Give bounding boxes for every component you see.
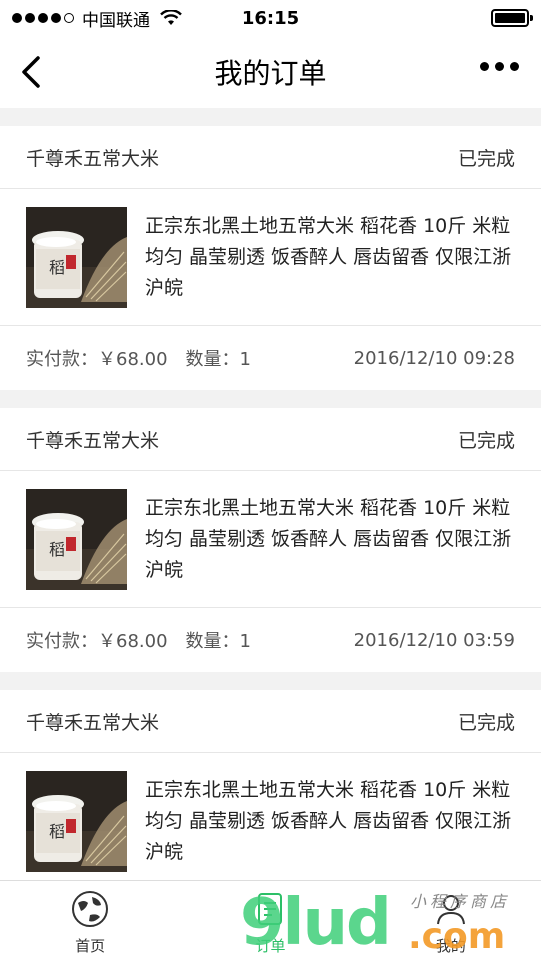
svg-text:稻: 稻 xyxy=(49,540,65,559)
order-quantity: 数量：1 xyxy=(185,631,251,652)
order-card[interactable]: 千尊禾五常大米 已完成 稻 正宗东北黑土地五常大米 稻花香 10斤 米粒均匀 晶… xyxy=(0,408,541,672)
order-header: 千尊禾五常大米 已完成 xyxy=(0,126,541,189)
order-list: 千尊禾五常大米 已完成 稻 正宗东北黑土地五常大米 稻花香 10斤 米粒均匀 晶… xyxy=(0,108,541,890)
order-header: 千尊禾五常大米 已完成 xyxy=(0,690,541,753)
order-status: 已完成 xyxy=(457,429,515,452)
globe-icon xyxy=(72,891,109,927)
shop-name[interactable]: 千尊禾五常大米 xyxy=(26,144,159,171)
order-status: 已完成 xyxy=(457,711,515,734)
more-dots-icon xyxy=(480,62,489,71)
wifi-icon xyxy=(160,10,182,25)
order-footer: 实付款：￥68.00 数量：1 2016/12/10 09:28 xyxy=(0,326,541,390)
status-bar: 中国联通 16:15 xyxy=(0,0,541,36)
battery-icon xyxy=(491,9,533,27)
svg-text:稻: 稻 xyxy=(49,258,65,277)
tab-label: 我的 xyxy=(435,937,466,955)
shop-name[interactable]: 千尊禾五常大米 xyxy=(26,426,159,453)
paid-amount: 实付款：￥68.00 xyxy=(26,631,168,652)
product-title: 正宗东北黑土地五常大米 稻花香 10斤 米粒均匀 晶莹剔透 饭香醉人 唇齿留香 … xyxy=(145,778,512,863)
more-options-button[interactable] xyxy=(480,62,519,71)
order-header: 千尊禾五常大米 已完成 xyxy=(0,408,541,471)
order-time: 2016/12/10 09:28 xyxy=(353,347,515,369)
order-product[interactable]: 稻 正宗东北黑土地五常大米 稻花香 10斤 米粒均匀 晶莹剔透 饭香醉人 唇齿留… xyxy=(0,471,541,608)
order-time: 2016/12/10 03:59 xyxy=(353,629,515,651)
page-title: 我的订单 xyxy=(214,57,327,90)
chevron-left-icon xyxy=(22,56,40,88)
tab-bar: 首页 订单 我的 xyxy=(0,880,541,960)
svg-text:稻: 稻 xyxy=(49,822,65,841)
order-icon xyxy=(258,893,283,925)
paid-amount: 实付款：￥68.00 xyxy=(26,349,168,370)
tab-profile[interactable]: 我的 xyxy=(361,881,541,960)
nav-bar: 我的订单 xyxy=(0,36,541,108)
signal-strength-icon xyxy=(12,13,74,23)
order-quantity: 数量：1 xyxy=(185,349,251,370)
tab-label: 订单 xyxy=(255,937,286,955)
product-title: 正宗东北黑土地五常大米 稻花香 10斤 米粒均匀 晶莹剔透 饭香醉人 唇齿留香 … xyxy=(145,496,512,581)
tab-orders[interactable]: 订单 xyxy=(180,881,360,960)
order-card[interactable]: 千尊禾五常大米 已完成 稻 正宗东北黑土地五常大米 稻花香 10斤 米粒均匀 晶… xyxy=(0,126,541,390)
carrier-name: 中国联通 xyxy=(82,10,150,31)
order-product[interactable]: 稻 正宗东北黑土地五常大米 稻花香 10斤 米粒均匀 晶莹剔透 饭香醉人 唇齿留… xyxy=(0,189,541,326)
back-button[interactable] xyxy=(14,54,48,90)
order-card[interactable]: 千尊禾五常大米 已完成 稻 正宗东北黑土地五常大米 稻花香 10斤 米粒均匀 晶… xyxy=(0,690,541,890)
user-icon xyxy=(436,895,465,925)
product-title: 正宗东北黑土地五常大米 稻花香 10斤 米粒均匀 晶莹剔透 饭香醉人 唇齿留香 … xyxy=(145,214,512,299)
order-product[interactable]: 稻 正宗东北黑土地五常大米 稻花香 10斤 米粒均匀 晶莹剔透 饭香醉人 唇齿留… xyxy=(0,753,541,890)
shop-name[interactable]: 千尊禾五常大米 xyxy=(26,708,159,735)
order-footer: 实付款：￥68.00 数量：1 2016/12/10 03:59 xyxy=(0,608,541,672)
tab-label: 首页 xyxy=(75,937,106,955)
tab-home[interactable]: 首页 xyxy=(0,881,180,960)
product-thumbnail: 稻 xyxy=(26,206,127,308)
product-thumbnail: 稻 xyxy=(26,770,127,872)
product-thumbnail: 稻 xyxy=(26,488,127,590)
order-status: 已完成 xyxy=(457,147,515,170)
